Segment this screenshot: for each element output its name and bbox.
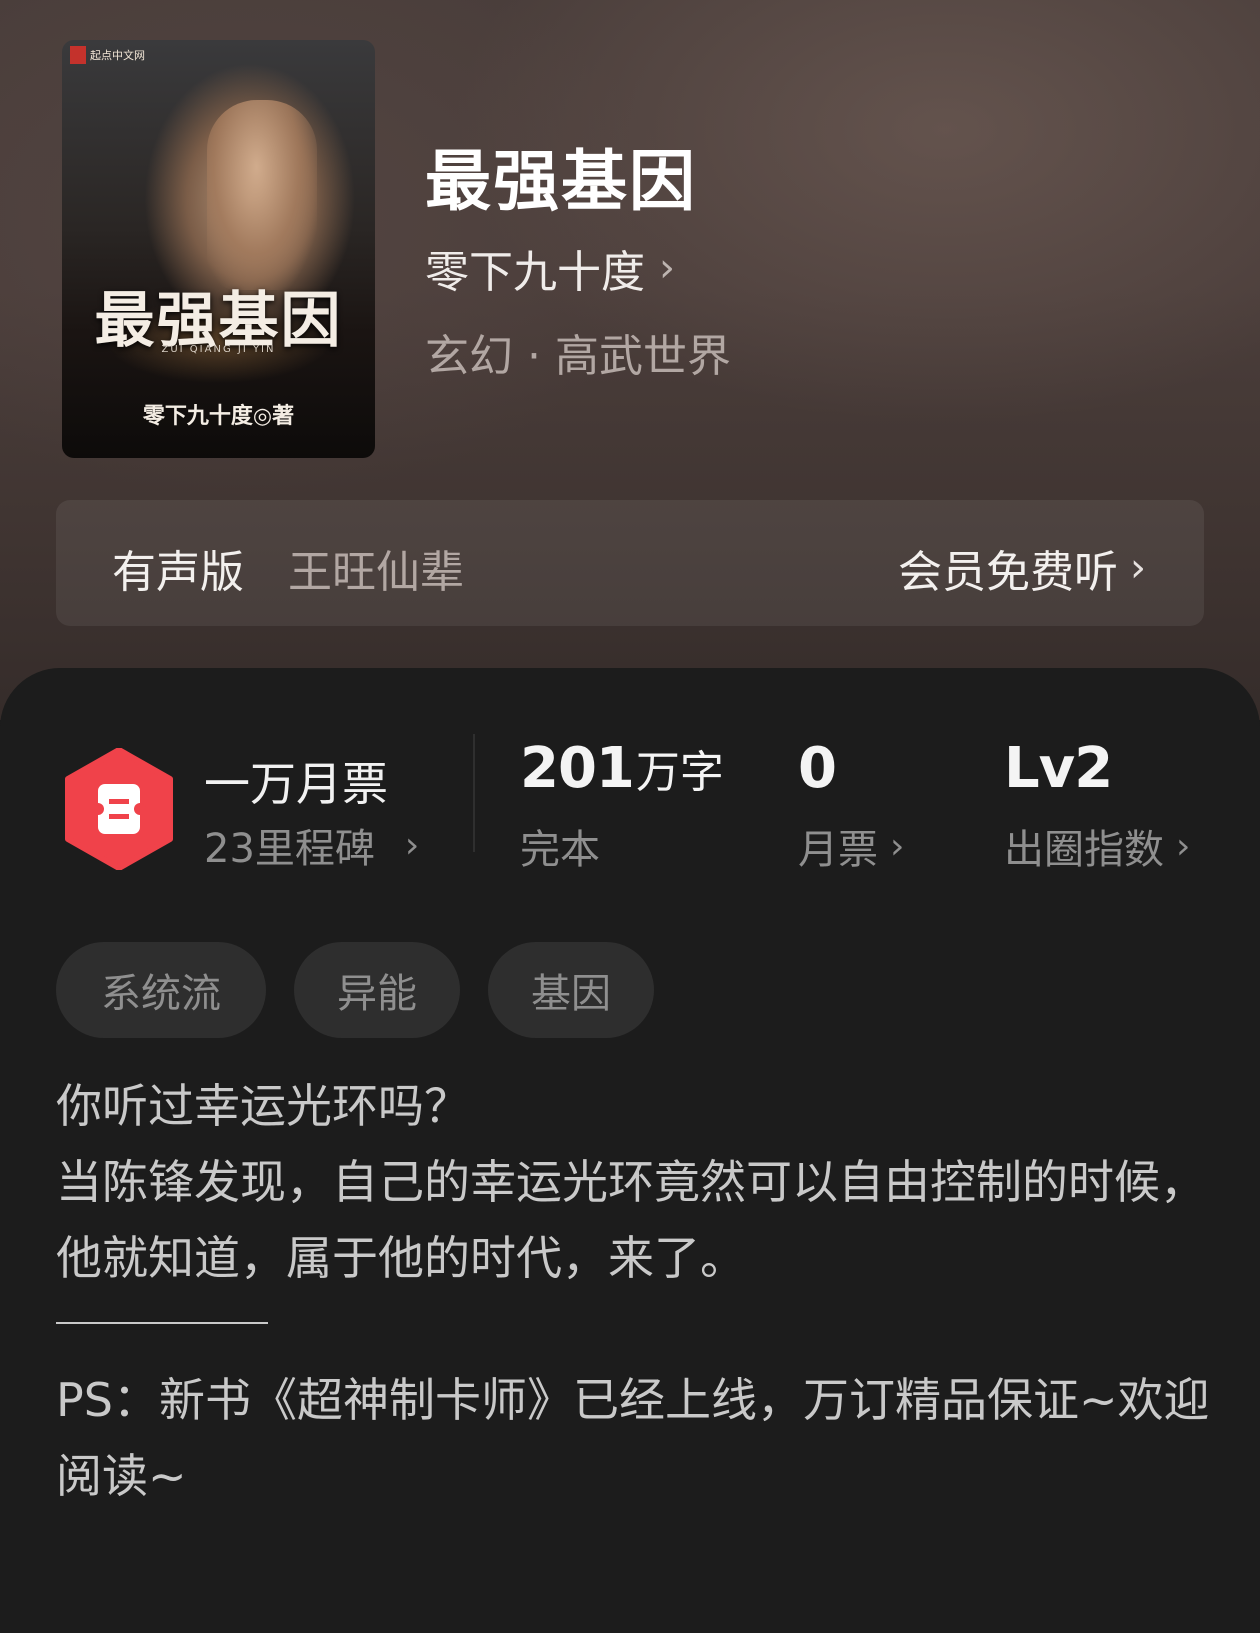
tag-list: 系统流 异能 基因 xyxy=(56,942,654,1038)
milestones-link[interactable]: 23里程碑 › xyxy=(204,816,419,874)
audiobook-narrator: 王旺仙辈 xyxy=(288,547,464,598)
monthly-ticket-label: 月票 xyxy=(798,827,878,873)
monthly-ticket-stat[interactable]: 0 月票 › xyxy=(798,736,904,875)
book-cover[interactable]: 起点中文网 最强基因 ZUI QIANG JI YIN 零下九十度◎著 xyxy=(62,40,375,458)
publisher-badge-icon xyxy=(70,46,86,64)
book-description: 你听过幸运光环吗？ 当陈锋发现，自己的幸运光环竟然可以自由控制的时候，他就知道，… xyxy=(56,1068,1216,1514)
cover-pinyin: ZUI QIANG JI YIN xyxy=(161,344,276,355)
word-count-value: 201 xyxy=(520,736,635,801)
ticket-icon xyxy=(65,748,173,870)
word-count-stat: 201万字 完本 xyxy=(520,736,724,875)
monthly-ticket-rank: 一万月票 xyxy=(204,757,388,811)
chevron-right-icon: › xyxy=(659,245,675,291)
cover-publisher-text: 起点中文网 xyxy=(90,49,145,62)
tag-chip[interactable]: 基因 xyxy=(488,942,654,1038)
influence-index-label: 出圈指数 xyxy=(1004,827,1164,873)
cover-author: 零下九十度◎著 xyxy=(142,404,295,429)
description-ps: PS：新书《超神制卡师》已经上线，万订精品保证~欢迎阅读~ xyxy=(56,1373,1210,1503)
milestones-label: 23里程碑 xyxy=(204,826,375,872)
cover-publisher-logo: 起点中文网 xyxy=(70,46,145,64)
tag-chip[interactable]: 系统流 xyxy=(56,942,266,1038)
audiobook-label: 有声版 xyxy=(112,547,244,598)
chevron-right-icon: › xyxy=(1176,825,1191,867)
book-header: 起点中文网 最强基因 ZUI QIANG JI YIN 零下九十度◎著 最强基因… xyxy=(0,0,1260,720)
stats-divider xyxy=(473,734,475,852)
word-count-unit: 万字 xyxy=(635,747,724,798)
influence-index-stat[interactable]: Lv2 出圈指数 › xyxy=(1004,736,1190,875)
book-title: 最强基因 xyxy=(425,142,697,220)
description-line: 当陈锋发现，自己的幸运光环竟然可以自由控制的时候，他就知道，属于他的时代，来了。 xyxy=(56,1155,1206,1285)
cover-art-figure xyxy=(207,100,317,290)
author-link[interactable]: 零下九十度 › xyxy=(425,236,675,300)
book-genre: 玄幻 · 高武世界 xyxy=(425,331,731,382)
member-free-listen-button[interactable]: 会员免费听 › xyxy=(898,536,1146,600)
chevron-right-icon: › xyxy=(404,824,420,866)
book-detail-panel: 一万月票 23里程碑 › 201万字 完本 0 月票 › Lv2 出圈指数 › … xyxy=(0,668,1260,1633)
influence-index-value: Lv2 xyxy=(1004,736,1113,801)
description-divider xyxy=(56,1322,268,1324)
audiobook-bar[interactable]: 有声版 王旺仙辈 会员免费听 › xyxy=(56,500,1204,626)
author-name: 零下九十度 xyxy=(425,247,645,298)
monthly-ticket-value: 0 xyxy=(798,736,837,801)
chevron-right-icon: › xyxy=(1130,545,1146,591)
tag-chip[interactable]: 异能 xyxy=(294,942,460,1038)
member-free-listen-label: 会员免费听 xyxy=(898,547,1118,598)
description-line: 你听过幸运光环吗？ xyxy=(56,1079,470,1133)
chevron-right-icon: › xyxy=(890,825,905,867)
completion-status: 完本 xyxy=(520,827,600,873)
